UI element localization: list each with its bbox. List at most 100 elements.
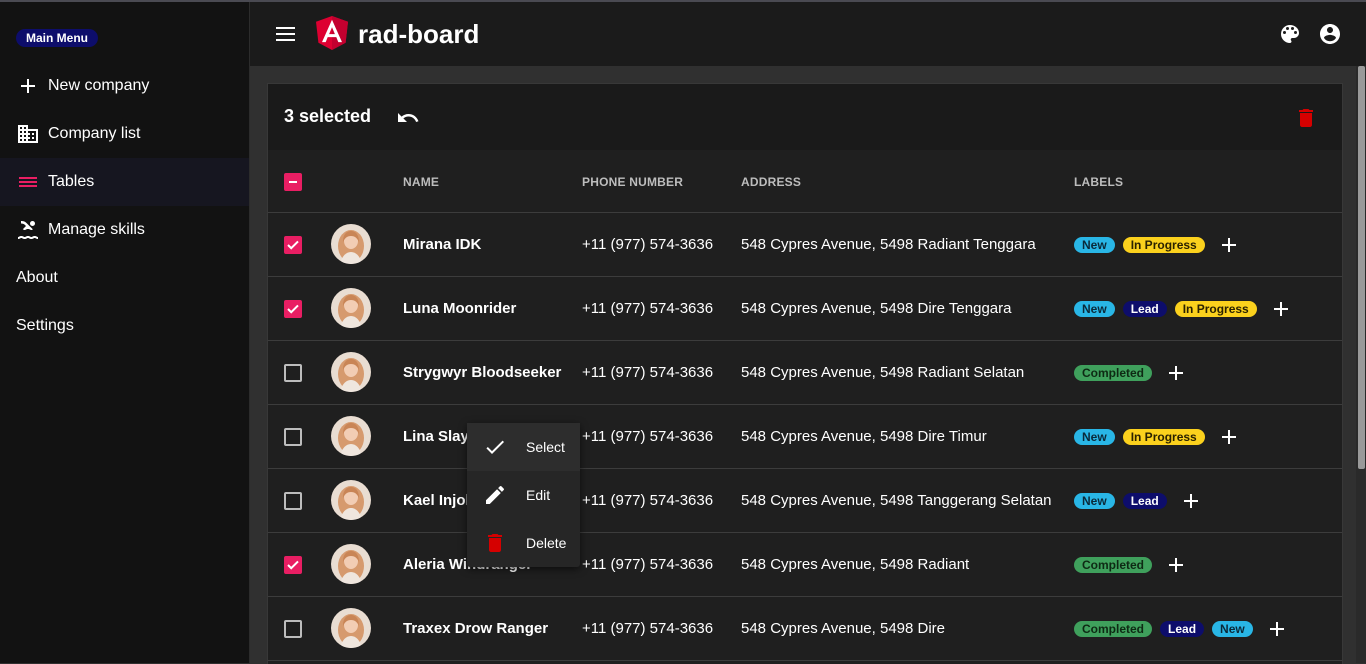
row-checkbox[interactable] xyxy=(284,300,302,318)
table-card: 3 selected NAME PHONE NUMBER ADDRESS LAB… xyxy=(267,83,1343,664)
label-chip[interactable]: In Progress xyxy=(1174,301,1257,317)
add-label-icon[interactable] xyxy=(1166,555,1186,575)
table-row[interactable]: Strygwyr Bloodseeker +11 (977) 574-3636 54… xyxy=(268,341,1342,405)
label-chip[interactable]: New xyxy=(1074,493,1115,509)
add-label-icon[interactable] xyxy=(1271,299,1291,319)
label-chip[interactable]: Completed xyxy=(1074,621,1153,637)
label-chip[interactable]: New xyxy=(1212,621,1253,637)
label-chip[interactable]: Lead xyxy=(1122,493,1167,509)
main-menu-badge: Main Menu xyxy=(16,29,98,47)
context-menu-edit[interactable]: Edit xyxy=(467,471,580,519)
add-label-icon[interactable] xyxy=(1267,619,1287,639)
sidebar-item-tables[interactable]: Tables xyxy=(0,158,249,206)
undo-icon[interactable] xyxy=(396,106,420,130)
row-address: 548 Cypres Avenue, 5498 Radiant xyxy=(741,556,970,573)
menu-icon[interactable] xyxy=(276,22,296,46)
row-labels: New Lead xyxy=(1074,491,1201,511)
delete-icon[interactable] xyxy=(1294,106,1318,130)
sidebar-item-company-list[interactable]: Company list xyxy=(0,110,249,158)
row-address: 548 Cypres Avenue, 5498 Tanggerang Selat… xyxy=(741,492,1052,509)
row-phone: +11 (977) 574-3636 xyxy=(582,492,714,509)
context-menu-select[interactable]: Select xyxy=(467,423,580,471)
row-address: 548 Cypres Avenue, 5498 Dire xyxy=(741,620,946,637)
label-chip[interactable]: New xyxy=(1074,429,1115,445)
row-phone: +11 (977) 574-3636 xyxy=(582,428,714,445)
label-chip[interactable]: In Progress xyxy=(1122,237,1205,253)
row-labels: New In Progress xyxy=(1074,235,1239,255)
row-phone: +11 (977) 574-3636 xyxy=(582,300,714,317)
sidebar-item-label: Settings xyxy=(16,317,74,334)
row-labels: Completed xyxy=(1074,555,1186,575)
label-chip[interactable]: New xyxy=(1074,237,1115,253)
label-chip[interactable]: In Progress xyxy=(1122,429,1205,445)
label-chip[interactable]: Lead xyxy=(1122,301,1167,317)
scrollbar-thumb[interactable] xyxy=(1358,66,1365,469)
selection-toolbar: 3 selected xyxy=(268,84,1342,150)
avatar xyxy=(331,352,371,392)
row-checkbox[interactable] xyxy=(284,620,302,638)
row-labels: New In Progress xyxy=(1074,427,1239,447)
column-header-phone[interactable]: PHONE NUMBER xyxy=(582,175,683,189)
select-all-checkbox[interactable] xyxy=(284,173,302,191)
row-address: 548 Cypres Avenue, 5498 Radiant Tenggara xyxy=(741,236,1036,253)
avatar xyxy=(331,288,371,328)
avatar xyxy=(331,544,371,584)
table-row[interactable]: Lina Slayer +11 (977) 574-3636 548 Cypres … xyxy=(268,405,1342,469)
table-row[interactable]: Luna Moonrider +11 (977) 574-3636 548 Cypr… xyxy=(268,277,1342,341)
selected-count: 3 selected xyxy=(284,106,372,126)
table-row[interactable]: Aleria Windranger+11 (977) 574-3636548 C… xyxy=(268,533,1342,597)
row-labels: Completed Lead New xyxy=(1074,619,1287,639)
row-name: Luna Moonrider xyxy=(403,300,517,317)
palette-icon[interactable] xyxy=(1278,22,1302,46)
row-phone: +11 (977) 574-3636 xyxy=(582,556,714,573)
context-menu-label: Edit xyxy=(526,487,551,503)
table-row[interactable]: Traxex Drow Ranger +11 (977) 574-3636 548 … xyxy=(268,597,1342,661)
sidebar-item-settings[interactable]: Settings xyxy=(0,302,249,350)
sidebar-item-new-company[interactable]: New company xyxy=(0,62,249,110)
sidebar-item-label: Company list xyxy=(48,125,141,142)
app-title: rad-board xyxy=(358,19,480,49)
sidebar-item-manage-skills[interactable]: Manage skills xyxy=(0,206,249,254)
column-header-address[interactable]: ADDRESS xyxy=(741,175,801,189)
app-header: rad-board xyxy=(250,2,1366,66)
sidebar-item-label: New company xyxy=(48,77,150,94)
trash-icon xyxy=(483,531,507,555)
table-row[interactable]: Kael Injoker +11 (977) 574-3636 548 Cypres… xyxy=(268,469,1342,533)
list-icon xyxy=(16,170,40,194)
table-row[interactable]: Mirana IDK +11 (977) 574-3636 548 Cypres A… xyxy=(268,213,1342,277)
column-header-labels[interactable]: LABELS xyxy=(1074,175,1123,189)
plus-icon xyxy=(16,74,40,98)
row-name: Strygwyr Bloodseeker xyxy=(403,364,562,381)
row-phone: +11 (977) 574-3636 xyxy=(582,620,714,637)
avatar xyxy=(331,608,371,648)
add-label-icon[interactable] xyxy=(1219,235,1239,255)
context-menu-delete[interactable]: Delete xyxy=(467,519,580,567)
row-checkbox[interactable] xyxy=(284,556,302,574)
table-header-row: NAME PHONE NUMBER ADDRESS LABELS xyxy=(268,150,1342,213)
angular-logo xyxy=(316,16,348,50)
add-label-icon[interactable] xyxy=(1219,427,1239,447)
avatar xyxy=(331,416,371,456)
row-phone: +11 (977) 574-3636 xyxy=(582,364,714,381)
avatar xyxy=(331,224,371,264)
label-chip[interactable]: New xyxy=(1074,301,1115,317)
row-checkbox[interactable] xyxy=(284,492,302,510)
label-chip[interactable]: Lead xyxy=(1160,621,1205,637)
row-address: 548 Cypres Avenue, 5498 Dire Tenggara xyxy=(741,300,1012,317)
add-label-icon[interactable] xyxy=(1181,491,1201,511)
account-circle-icon[interactable] xyxy=(1318,22,1342,46)
pencil-icon xyxy=(483,483,507,507)
sidebar-item-label: About xyxy=(16,269,58,286)
sidebar-item-label: Manage skills xyxy=(48,221,145,238)
row-checkbox[interactable] xyxy=(284,236,302,254)
row-checkbox[interactable] xyxy=(284,364,302,382)
row-labels: New Lead In Progress xyxy=(1074,299,1291,319)
check-icon xyxy=(483,435,507,459)
column-header-name[interactable]: NAME xyxy=(403,175,439,189)
row-checkbox[interactable] xyxy=(284,428,302,446)
label-chip[interactable]: Completed xyxy=(1074,365,1153,381)
add-label-icon[interactable] xyxy=(1166,363,1186,383)
context-menu-label: Select xyxy=(526,439,565,455)
sidebar-item-about[interactable]: About xyxy=(0,254,249,302)
label-chip[interactable]: Completed xyxy=(1074,557,1153,573)
